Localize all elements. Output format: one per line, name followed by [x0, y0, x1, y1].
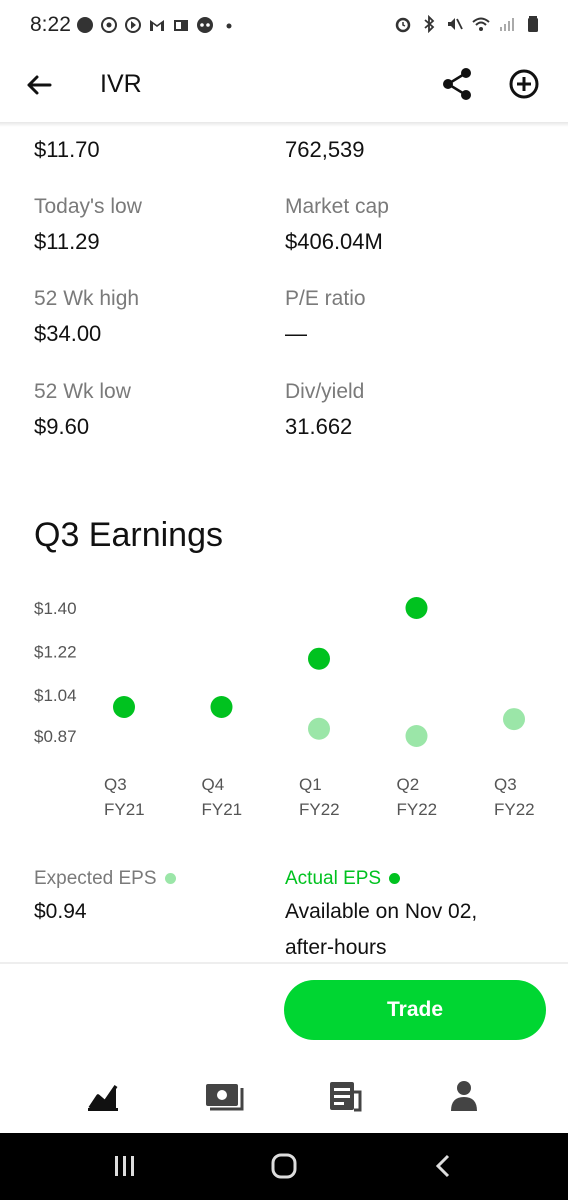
- chat-bubble-icon: [77, 17, 93, 33]
- expected-eps-point[interactable]: [503, 708, 525, 731]
- wk52-low-label: 52 Wk low: [34, 380, 131, 403]
- pe-ratio-value: —: [285, 321, 307, 346]
- actual-eps-dot: [389, 873, 401, 885]
- actual-eps-label: Actual EPS: [285, 868, 382, 889]
- recent-apps-icon[interactable]: [110, 1151, 140, 1181]
- actual-eps-point[interactable]: [308, 647, 330, 670]
- x-tick-label: FY22: [397, 800, 438, 819]
- div-yield-label: Div/yield: [285, 380, 365, 403]
- expected-eps-value: $0.94: [34, 900, 87, 923]
- stat-row0-left-value: $11.70: [34, 137, 100, 162]
- x-tick-label: FY21: [202, 800, 243, 819]
- alarm-icon: [395, 17, 411, 33]
- expected-eps-legend: Expected EPS: [34, 868, 176, 890]
- stat-row0-right-value: 762,539: [285, 137, 365, 162]
- x-tick-label: Q3: [104, 775, 127, 794]
- wifi-icon: [472, 17, 490, 31]
- battery-icon: [528, 16, 538, 32]
- more-dot-icon: [226, 23, 232, 29]
- share-icon[interactable]: [440, 66, 474, 102]
- app-header: IVR: [0, 52, 568, 122]
- profile-icon[interactable]: [444, 1078, 484, 1114]
- expected-eps-dot: [164, 873, 176, 885]
- bottom-nav: [0, 1064, 568, 1132]
- earnings-chart: $1.40 $1.22 $1.04 $0.87 Q3 FY21 Q4 FY21 Q1 FY22 Q2…: [34, 597, 535, 819]
- x-tick-label: FY22: [494, 800, 535, 819]
- add-circle-icon[interactable]: [507, 66, 541, 102]
- todays-low-label: Today's low: [34, 195, 142, 218]
- back-arrow-icon[interactable]: [22, 68, 56, 102]
- earnings-title: Q3 Earnings: [34, 516, 223, 554]
- header-shadow: [0, 122, 568, 127]
- actual-eps-point[interactable]: [405, 597, 428, 619]
- y-tick-label: $1.04: [34, 686, 77, 705]
- todays-low-value: $11.29: [34, 229, 100, 254]
- x-tick-label: Q4: [202, 775, 225, 794]
- actual-eps-availability-line2: after-hours: [285, 936, 387, 959]
- actual-eps-availability: Available on Nov 02, after-hours: [285, 894, 477, 966]
- trade-button[interactable]: Trade: [284, 980, 546, 1040]
- actual-eps-legend: Actual EPS: [285, 868, 401, 890]
- bottom-divider: [0, 962, 568, 964]
- notification-icons: [76, 16, 238, 34]
- bluetooth-icon: [424, 15, 435, 33]
- signal-icon: [500, 18, 514, 31]
- outlook-icon: [174, 20, 188, 31]
- x-tick-label: FY21: [104, 800, 145, 819]
- x-tick-label: Q3: [494, 775, 517, 794]
- status-time: 8:22: [30, 13, 71, 36]
- money-icon[interactable]: [204, 1078, 244, 1114]
- play-circle-icon: [125, 17, 141, 33]
- wk52-high-label: 52 Wk high: [34, 287, 140, 310]
- y-tick-label: $1.22: [34, 642, 77, 661]
- game-icon: [197, 17, 213, 33]
- actual-eps-point[interactable]: [113, 696, 135, 719]
- whatsapp-icon: [101, 17, 117, 33]
- wk52-low-value: $9.60: [34, 414, 90, 439]
- ticker-title: IVR: [100, 70, 142, 98]
- market-cap-value: $406.04M: [285, 229, 383, 254]
- back-nav-icon[interactable]: [428, 1151, 458, 1181]
- x-tick-label: FY22: [299, 800, 340, 819]
- actual-eps-point[interactable]: [210, 696, 233, 719]
- chart-icon[interactable]: [84, 1078, 124, 1114]
- gmail-icon: [150, 20, 164, 31]
- system-status-icons: [394, 15, 542, 33]
- div-yield-value: 31.662: [285, 414, 353, 439]
- x-tick-label: Q1: [299, 775, 322, 794]
- expected-eps-label: Expected EPS: [34, 868, 157, 889]
- y-tick-label: $1.40: [34, 599, 77, 618]
- mute-icon: [448, 18, 463, 30]
- expected-eps-point[interactable]: [405, 725, 428, 747]
- wk52-high-value: $34.00: [34, 321, 102, 346]
- actual-eps-availability-line1: Available on Nov 02,: [285, 900, 478, 923]
- expected-eps-point[interactable]: [308, 717, 330, 740]
- status-bar: 8:22: [0, 0, 568, 52]
- x-tick-label: Q2: [397, 775, 420, 794]
- system-nav-bar: [0, 1133, 568, 1200]
- market-cap-label: Market cap: [285, 195, 389, 218]
- home-icon[interactable]: [269, 1151, 299, 1181]
- pe-ratio-label: P/E ratio: [285, 287, 366, 310]
- y-tick-label: $0.87: [34, 727, 77, 746]
- news-icon[interactable]: [326, 1078, 366, 1114]
